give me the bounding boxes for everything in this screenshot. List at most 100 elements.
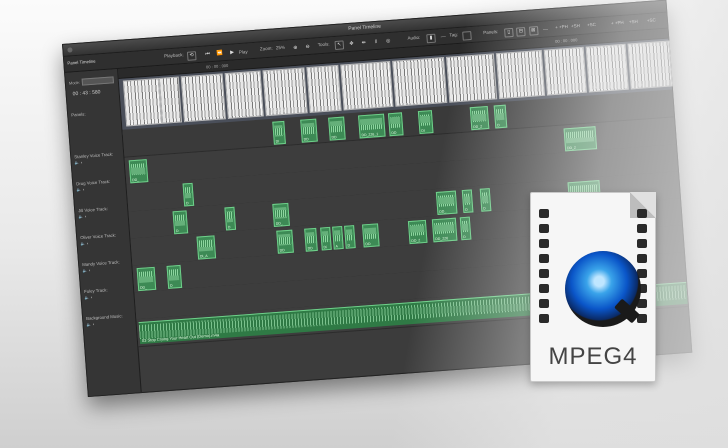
playback-label: Playback:: [163, 52, 184, 59]
panel-thumbnail[interactable]: [445, 53, 498, 103]
audio-clip[interactable]: DI_A: [196, 235, 217, 260]
audio-clip[interactable]: A: [332, 225, 344, 250]
ripple-tool-icon[interactable]: ⇹: [359, 39, 369, 49]
panel-thumbnail[interactable]: EP5: [627, 40, 673, 90]
mode-label: Mode:: [68, 79, 81, 86]
tools-label: Tools:: [317, 41, 330, 48]
track-label-mandy: Mandy Voice Track:: [82, 259, 120, 268]
add-ph-button-2[interactable]: + +PH: [611, 20, 624, 26]
rewind-icon[interactable]: ⏮: [203, 50, 213, 60]
track-label-oliver: Oliver Voice Track:: [80, 232, 117, 241]
audio-clip[interactable]: DD_2: [563, 126, 598, 152]
file-type-label: MPEG4: [548, 343, 638, 370]
panel-thumbnail[interactable]: EP: [158, 76, 183, 124]
panel-thumbnail[interactable]: [392, 57, 448, 107]
track-label-jill: Jill Voice Track:: [78, 206, 108, 214]
panel-thumbnail[interactable]: [224, 70, 264, 120]
audio-clip[interactable]: DD_226: [431, 217, 458, 243]
audio-clip[interactable]: DD_226_1: [358, 113, 386, 139]
speaker-icon[interactable]: 🔈 ◐: [82, 267, 91, 273]
panels-track-label: Panels:: [71, 111, 86, 118]
tag-label: Tag:: [449, 31, 459, 38]
audio-clip[interactable]: DD: [362, 223, 380, 248]
timecode: 00 : 43 : 580: [72, 89, 101, 98]
audio-clip[interactable]: D: [166, 264, 183, 289]
play-icon[interactable]: ▶: [227, 48, 237, 58]
audio-clip[interactable]: DD_: [128, 159, 149, 184]
document-icon: MPEG4: [530, 192, 656, 382]
zoom-label: Zoom:: [259, 45, 273, 52]
track-label-stanley: Stanley Voice Track:: [74, 151, 114, 160]
panel-thumbnail[interactable]: [340, 61, 394, 111]
audio-clip[interactable]: DD: [304, 227, 318, 252]
track-label-foley: Foley Track:: [84, 287, 108, 295]
speaker-icon[interactable]: 🔈 ◐: [84, 294, 93, 300]
stage: Panel Timeline Playback: ⟲ ⏮ ⏪ ▶ Play Zo…: [0, 0, 728, 448]
audio-minus-icon[interactable]: —: [439, 33, 449, 43]
speaker-icon[interactable]: 🔈 ◐: [80, 241, 89, 247]
audio-clip[interactable]: Di: [320, 226, 332, 251]
audio-clip[interactable]: DD: [276, 229, 294, 254]
audio-clip[interactable]: D: [344, 225, 356, 249]
audio-clip[interactable]: DD_: [136, 266, 157, 292]
track-label-drug: Drug Voice Track:: [76, 178, 111, 187]
panel-thumbnail[interactable]: [306, 64, 342, 114]
speaker-icon[interactable]: 🔈 ◐: [75, 160, 84, 166]
loop-icon[interactable]: ⟲: [186, 51, 197, 61]
add-sc-button[interactable]: +SC: [587, 22, 596, 28]
select-tool-icon[interactable]: ↖: [334, 40, 345, 51]
audio-clip[interactable]: D: [459, 216, 472, 241]
audio-clip[interactable]: D: [493, 104, 508, 129]
zoom-out-icon[interactable]: ⊖: [303, 43, 313, 53]
close-icon[interactable]: [67, 47, 73, 53]
audio-clip[interactable]: DD: [387, 112, 404, 137]
panel-thumbnail[interactable]: EP EP2: [122, 78, 163, 127]
audio-clip[interactable]: D: [479, 188, 492, 212]
speaker-icon[interactable]: 🔈 ◐: [86, 321, 95, 327]
move-tool-icon[interactable]: ✥: [347, 39, 357, 49]
window-title: Panel Timeline: [348, 23, 382, 32]
track-label-background-music: Background Music:: [85, 313, 123, 321]
split-tool-icon[interactable]: ‖: [371, 38, 381, 48]
tag-icon[interactable]: [462, 30, 472, 41]
ruler-mark: 00 : 00 : 000: [554, 37, 578, 44]
panel-thumbnail[interactable]: [495, 49, 546, 100]
zoom-in-icon[interactable]: ⊕: [291, 44, 301, 54]
audio-clip[interactable]: DI: [272, 120, 286, 145]
speaker-icon[interactable]: 🔈 ◐: [79, 214, 88, 220]
panel-minus-icon[interactable]: —: [541, 25, 551, 35]
audio-clip[interactable]: D: [461, 189, 474, 214]
panel-thumbnail[interactable]: [180, 73, 226, 123]
audio-clip[interactable]: DD: [300, 118, 318, 143]
mode-selector[interactable]: [81, 76, 115, 86]
panels-label: Panels:: [483, 29, 499, 36]
add-sh-button-2[interactable]: +SH: [629, 19, 638, 25]
audio-clip[interactable]: DD: [328, 116, 346, 141]
ruler-mark: 00 : 00 : 000: [205, 62, 229, 70]
add-sc-button-2[interactable]: +SC: [647, 17, 656, 23]
record-icon[interactable]: ◎: [383, 37, 393, 47]
add-sh-button[interactable]: +SH: [571, 23, 580, 29]
audio-clip[interactable]: D: [224, 206, 237, 231]
audio-clip[interactable]: DI: [417, 110, 434, 135]
audio-label: Audio:: [407, 34, 421, 41]
audio-clip[interactable]: DD_2: [407, 219, 428, 245]
mpeg4-file-icon: MPEG4: [520, 186, 666, 384]
step-back-icon[interactable]: ⏪: [215, 49, 225, 59]
panel-thumbnail[interactable]: EP3 EP: [585, 43, 629, 93]
audio-clip[interactable]: DD_: [272, 202, 290, 227]
zoom-value[interactable]: 25%: [276, 45, 285, 51]
audio-clip[interactable]: DD_2: [469, 105, 490, 131]
speaker-icon[interactable]: 🔈 ◐: [77, 187, 86, 193]
audio-track-icon[interactable]: ▮: [426, 33, 436, 44]
audio-clip[interactable]: D: [172, 210, 189, 235]
panel-thumbnail[interactable]: EP EP: [543, 46, 587, 96]
panel-add-icon[interactable]: ▯: [504, 27, 514, 38]
panel-thumbnail[interactable]: EP236_1 EP: [262, 67, 308, 117]
audio-clip[interactable]: DD_: [435, 190, 458, 215]
panel-split-icon[interactable]: ⊟: [516, 27, 526, 37]
play-label[interactable]: Play: [239, 49, 248, 55]
panel-remove-icon[interactable]: ⊠: [528, 26, 539, 36]
audio-clip[interactable]: D: [182, 182, 195, 207]
add-ph-button[interactable]: + +PH: [555, 24, 568, 30]
